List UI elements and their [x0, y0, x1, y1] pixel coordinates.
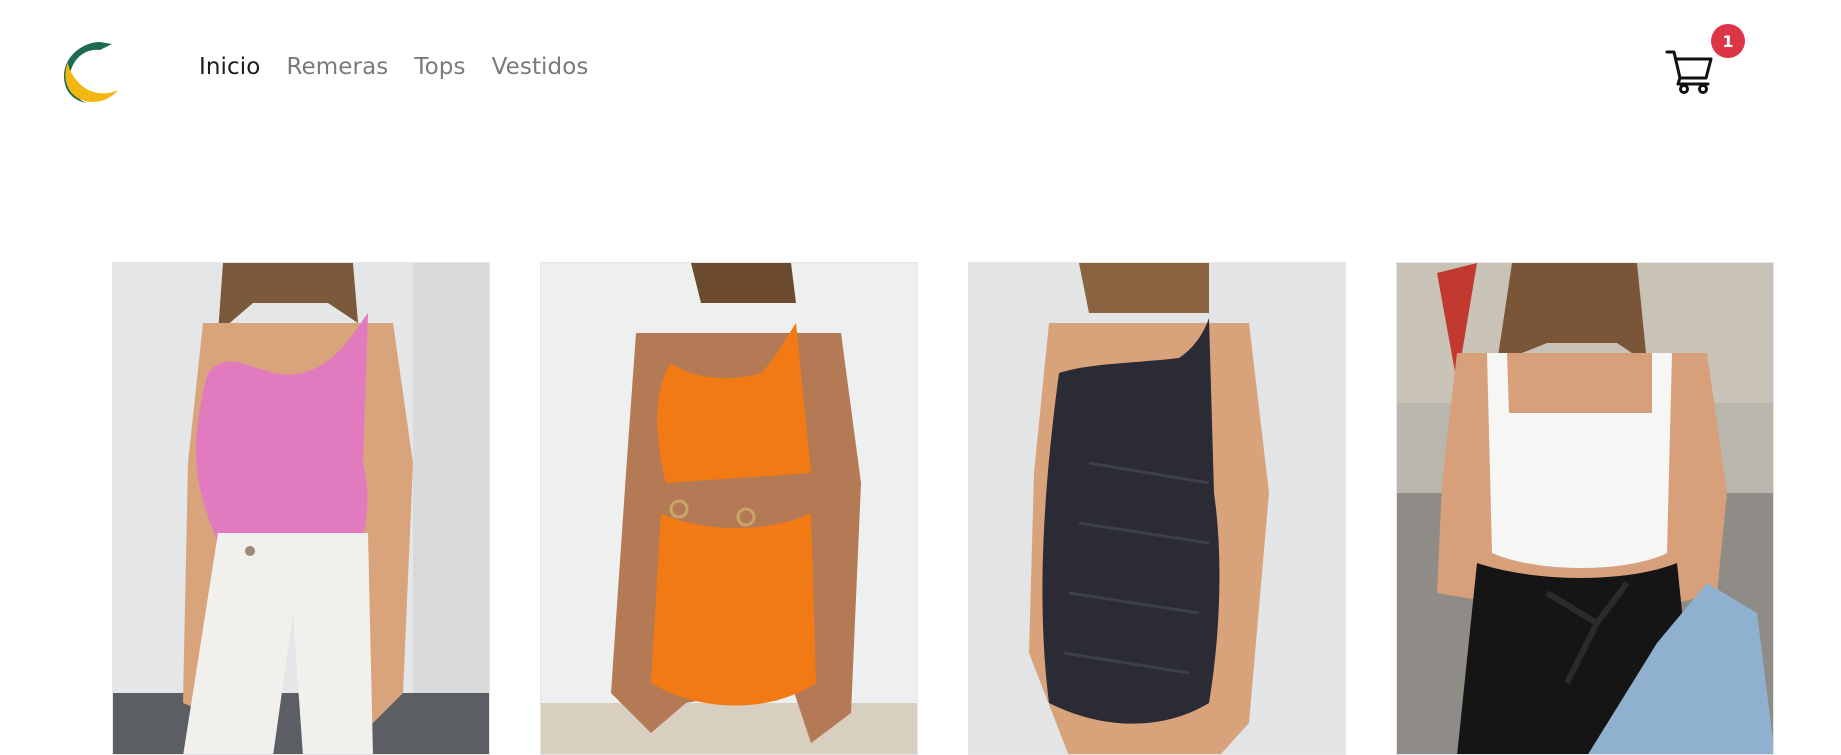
product-image-black-dress	[969, 263, 1345, 754]
nav-inicio[interactable]: Inicio	[199, 56, 260, 79]
cart-button[interactable]	[1664, 44, 1714, 94]
cart-count-badge: 1	[1711, 24, 1745, 58]
product-card[interactable]	[540, 262, 918, 755]
product-card[interactable]	[112, 262, 490, 755]
product-grid	[112, 262, 1774, 755]
product-image-pink-top	[113, 263, 489, 754]
product-card[interactable]	[968, 262, 1346, 755]
product-card[interactable]	[1396, 262, 1774, 755]
site-header: Inicio Remeras Tops Vestidos 1	[0, 0, 1841, 140]
brand-logo[interactable]	[58, 38, 120, 104]
main-nav: Inicio Remeras Tops Vestidos	[199, 56, 615, 79]
crescent-logo-icon	[64, 42, 118, 103]
nav-tops[interactable]: Tops	[414, 56, 465, 79]
shopping-cart-icon	[1665, 50, 1713, 94]
nav-vestidos[interactable]: Vestidos	[492, 56, 589, 79]
product-image-orange-dress	[541, 263, 917, 754]
product-image-white-top	[1397, 263, 1773, 754]
nav-remeras[interactable]: Remeras	[286, 56, 388, 79]
